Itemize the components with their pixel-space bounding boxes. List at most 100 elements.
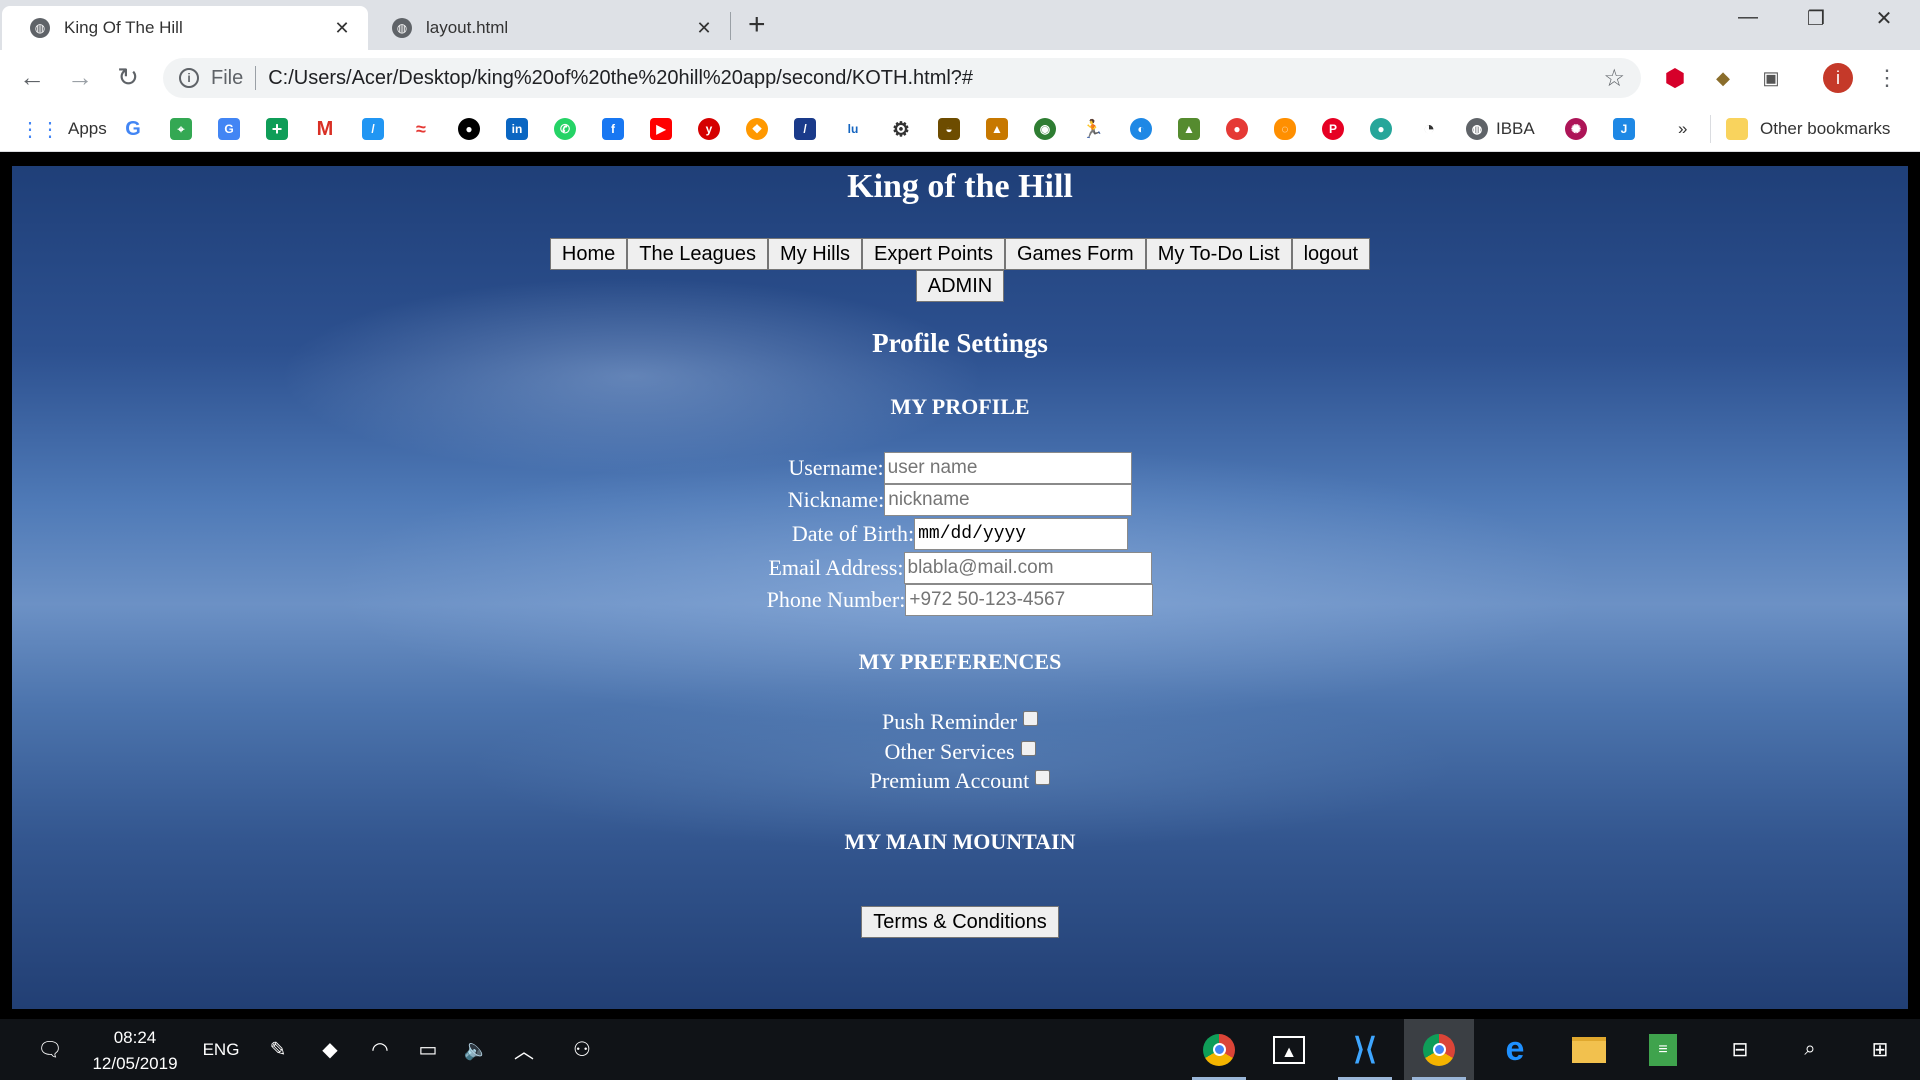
chevron-up-icon[interactable]: ︿ — [504, 1019, 544, 1080]
action-center-icon[interactable]: 🗨 — [30, 1019, 70, 1080]
nav-expert-points-button[interactable]: Expert Points — [862, 238, 1005, 270]
bookmark-icon[interactable]: ◉ — [1034, 118, 1056, 140]
back-button[interactable]: ← — [16, 62, 48, 93]
url-text[interactable]: C:/Users/Acer/Desktop/king%20of%20the%20… — [268, 67, 1603, 90]
username-input[interactable]: user name — [883, 452, 1132, 484]
email-row: Email Address: blabla@mail.com — [12, 552, 1908, 584]
photos-icon: ▲ — [1273, 1035, 1305, 1064]
translate-icon[interactable]: G — [218, 118, 240, 140]
tab-separator — [730, 12, 731, 40]
bookmark-icon[interactable]: ◌ — [1274, 118, 1296, 140]
tomato-icon[interactable]: ● — [1226, 118, 1248, 140]
bookmark-icon[interactable]: / — [362, 118, 384, 140]
bookmark-icon[interactable]: ▲ — [986, 118, 1008, 140]
extension-icon[interactable]: ▣ — [1756, 63, 1786, 93]
bookmark-icon[interactable]: ❖ — [746, 118, 768, 140]
nav-admin-button[interactable]: ADMIN — [915, 270, 1005, 302]
wifi-icon[interactable]: ◠ — [360, 1019, 400, 1080]
chrome-taskbar-icon[interactable] — [1184, 1019, 1254, 1080]
premium-account-label: Premium Account — [869, 768, 1030, 793]
nav-logout-button[interactable]: logout — [1291, 238, 1371, 270]
email-input[interactable]: blabla@mail.com — [903, 552, 1152, 584]
reload-button[interactable]: ↻ — [112, 62, 144, 93]
bookmarks-overflow[interactable]: » — [1678, 115, 1687, 143]
other-services-checkbox[interactable] — [1020, 740, 1036, 756]
bookmark-icon[interactable]: ◒ — [938, 118, 960, 140]
linkedin-icon[interactable]: in — [506, 118, 528, 140]
edge-taskbar-icon[interactable]: e — [1480, 1019, 1550, 1080]
chrome-icon — [1203, 1033, 1235, 1066]
facebook-icon[interactable]: f — [602, 118, 624, 140]
close-tab-icon[interactable]: ✕ — [330, 18, 354, 39]
info-icon[interactable]: i — [179, 68, 199, 88]
bookmark-icon[interactable]: ● — [1370, 118, 1392, 140]
nav-my-hills-button[interactable]: My Hills — [768, 238, 863, 270]
ibba-bookmark[interactable]: ◍ IBBA — [1466, 115, 1535, 143]
extension-icon[interactable]: ◆ — [1708, 63, 1738, 93]
clock[interactable]: 08:24 12/05/2019 — [80, 1025, 190, 1077]
youtube-icon[interactable]: ▶ — [650, 118, 672, 140]
new-tab-button[interactable]: + — [748, 8, 766, 42]
close-window-button[interactable]: ✕ — [1864, 6, 1904, 31]
restore-button[interactable]: ❐ — [1796, 6, 1836, 31]
pen-icon[interactable]: ✎ — [258, 1019, 298, 1080]
pinterest-icon[interactable]: P — [1322, 118, 1344, 140]
address-bar[interactable]: i File C:/Users/Acer/Desktop/king%20of%2… — [163, 58, 1641, 98]
bookmark-icon[interactable]: / — [794, 118, 816, 140]
google-icon[interactable]: G — [122, 118, 144, 140]
menu-dots-icon[interactable]: ⋮ — [1872, 63, 1902, 93]
volume-icon[interactable]: 🔈 — [456, 1019, 496, 1080]
github-icon[interactable]: ● — [458, 118, 480, 140]
task-view-icon[interactable]: ⊟ — [1712, 1019, 1768, 1080]
forward-button[interactable]: → — [64, 62, 96, 93]
edge-icon: e — [1505, 1030, 1525, 1068]
premium-account-row: Premium Account — [12, 767, 1908, 795]
maps-icon[interactable]: ⌖ — [170, 118, 192, 140]
gmail-icon[interactable]: M — [314, 118, 336, 140]
sheets-plus-icon[interactable]: + — [266, 118, 288, 140]
dropbox-icon[interactable]: ◆ — [310, 1019, 350, 1080]
bookmark-icon[interactable]: ≈ — [410, 118, 432, 140]
photos-taskbar-icon[interactable]: ▲ — [1254, 1019, 1324, 1080]
bookmark-icon[interactable]: ✺ — [1565, 118, 1587, 140]
notes-taskbar-icon[interactable]: ≡ — [1628, 1019, 1698, 1080]
push-reminder-checkbox[interactable] — [1023, 710, 1039, 726]
bookmark-icon[interactable]: lu — [842, 118, 864, 140]
terms-conditions-button[interactable]: Terms & Conditions — [861, 906, 1059, 938]
language-indicator[interactable]: ENG — [198, 1019, 244, 1080]
nav-home-button[interactable]: Home — [549, 238, 628, 270]
premium-account-checkbox[interactable] — [1035, 769, 1051, 785]
nav-games-form-button[interactable]: Games Form — [1005, 238, 1146, 270]
apps-bookmark[interactable]: ⋮⋮ Apps — [20, 115, 107, 143]
people-icon[interactable]: ⚇ — [562, 1019, 602, 1080]
whatsapp-icon[interactable]: ✆ — [554, 118, 576, 140]
close-tab-icon[interactable]: ✕ — [692, 18, 716, 39]
bookmark-star-icon[interactable]: ☆ — [1603, 64, 1625, 93]
ynet-icon[interactable]: y — [698, 118, 720, 140]
search-icon[interactable]: ⌕ — [1782, 1019, 1838, 1080]
speedometer-icon[interactable]: ◔ — [1418, 118, 1440, 140]
battery-icon[interactable]: ▭ — [408, 1019, 448, 1080]
nickname-input[interactable]: nickname — [884, 484, 1133, 516]
globe-icon: ◍ — [392, 18, 412, 38]
chrome-active-taskbar-icon[interactable] — [1404, 1019, 1474, 1080]
phone-input[interactable]: +972 50-123-4567 — [905, 584, 1154, 616]
bookmark-icon[interactable]: ◐ — [1130, 118, 1152, 140]
bookmark-icon[interactable]: ▲ — [1178, 118, 1200, 140]
dob-input[interactable]: mm/dd/yyyy — [914, 518, 1129, 550]
bookmark-icon[interactable]: J — [1613, 118, 1635, 140]
nav-leagues-button[interactable]: The Leagues — [627, 238, 769, 270]
other-bookmarks[interactable]: Other bookmarks — [1726, 115, 1890, 143]
settings-gear-icon[interactable]: ⚙ — [890, 118, 912, 141]
nav-todo-list-button[interactable]: My To-Do List — [1145, 238, 1292, 270]
windows-start-icon[interactable]: ⊞ — [1852, 1019, 1908, 1080]
avatar[interactable]: i — [1823, 63, 1853, 93]
explorer-taskbar-icon[interactable] — [1554, 1019, 1624, 1080]
tab-king-of-the-hill[interactable]: ◍ King Of The Hill ✕ — [2, 6, 368, 50]
minimize-button[interactable]: — — [1728, 6, 1768, 29]
phone-row: Phone Number: +972 50-123-4567 — [12, 584, 1908, 616]
tab-layout-html[interactable]: ◍ layout.html ✕ — [364, 6, 730, 50]
runner-icon[interactable]: 🏃 — [1082, 118, 1104, 140]
vscode-taskbar-icon[interactable]: ⟩⟨ — [1330, 1019, 1400, 1080]
adblock-icon[interactable]: ⬢ — [1660, 63, 1690, 93]
